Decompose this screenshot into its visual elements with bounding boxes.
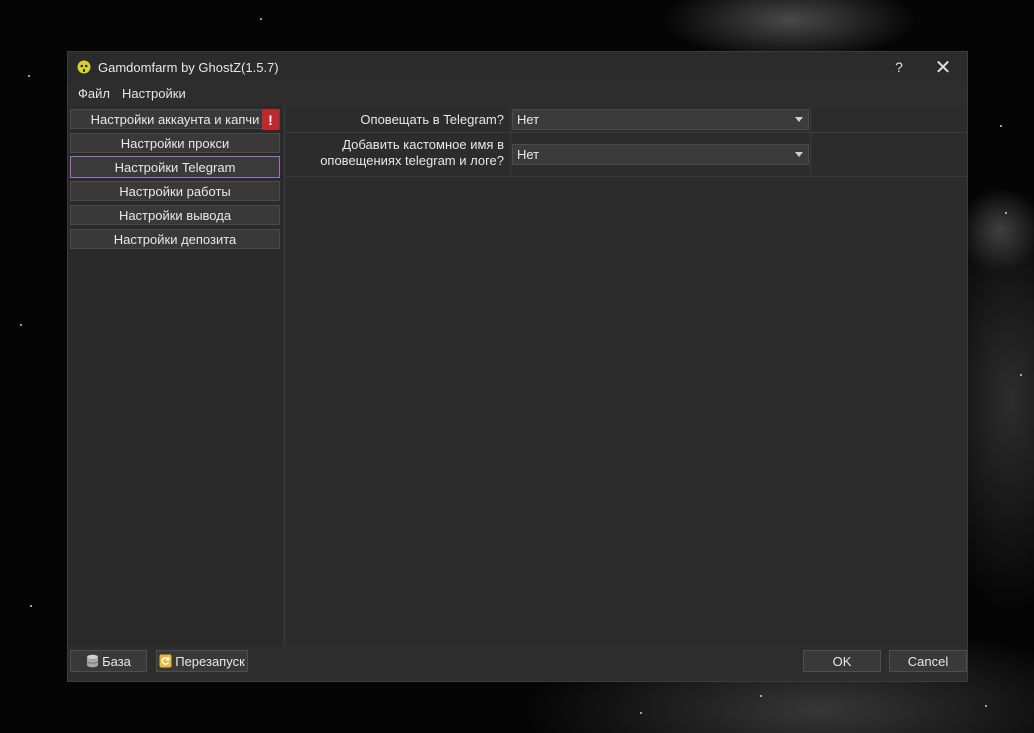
sidebar-item-label: Настройки аккаунта и капчи: [90, 111, 260, 127]
sidebar-item-account-captcha[interactable]: Настройки аккаунта и капчи !: [70, 109, 280, 130]
restart-button[interactable]: Перезапуск: [156, 650, 248, 672]
custom-name-value: Нет: [517, 147, 540, 162]
star-decoration: [1020, 374, 1022, 376]
warning-icon: !: [262, 109, 279, 130]
star-decoration: [28, 75, 30, 77]
sidebar-item-telegram[interactable]: Настройки Telegram: [70, 156, 280, 178]
restart-button-label: Перезапуск: [175, 653, 245, 669]
help-button[interactable]: ?: [877, 52, 921, 82]
star-decoration: [640, 712, 642, 714]
app-window: Gamdomfarm by GhostZ(1.5.7) ? ✕ Файл Нас…: [67, 51, 968, 682]
notify-telegram-label: Оповещать в Telegram?: [360, 112, 504, 127]
custom-name-label-line1: Добавить кастомное имя в: [342, 137, 504, 152]
setting-row-notify-telegram: Оповещать в Telegram? Нет: [285, 106, 967, 133]
sidebar-item-label: Настройки вывода: [118, 207, 232, 223]
custom-name-select[interactable]: Нет: [512, 144, 809, 165]
sidebar-item-label: Настройки прокси: [120, 135, 230, 151]
restart-icon: [159, 654, 172, 668]
sidebar-item-work[interactable]: Настройки работы: [70, 181, 280, 201]
menu-file[interactable]: Файл: [72, 86, 116, 101]
button-bar: База Перезапуск OK Cancel: [68, 646, 967, 681]
custom-name-label: Добавить кастомное имя в оповещениях tel…: [320, 137, 504, 169]
notify-telegram-value: Нет: [517, 112, 540, 127]
star-decoration: [1005, 212, 1007, 214]
sidebar-item-label: Настройки депозита: [113, 231, 237, 247]
menu-settings[interactable]: Настройки: [116, 86, 192, 101]
menu-bar: Файл Настройки: [68, 82, 967, 104]
database-icon: [86, 654, 99, 668]
column-divider: [810, 106, 811, 132]
setting-row-custom-name: Добавить кастомное имя в оповещениях tel…: [285, 133, 967, 177]
notify-telegram-select[interactable]: Нет: [512, 109, 809, 130]
star-decoration: [260, 18, 262, 20]
close-button[interactable]: ✕: [921, 52, 965, 82]
column-divider: [510, 106, 511, 132]
chevron-down-icon: [795, 152, 803, 157]
database-button-label: База: [102, 653, 131, 669]
window-title: Gamdomfarm by GhostZ(1.5.7): [98, 59, 279, 75]
star-decoration: [30, 605, 32, 607]
column-divider: [510, 133, 511, 176]
column-divider: [810, 133, 811, 176]
sidebar-item-proxy[interactable]: Настройки прокси: [70, 133, 280, 153]
star-decoration: [20, 324, 22, 326]
star-decoration: [985, 705, 987, 707]
sidebar-item-label: Настройки работы: [119, 183, 231, 199]
title-bar[interactable]: Gamdomfarm by GhostZ(1.5.7) ? ✕: [68, 52, 967, 82]
sidebar-item-label: Настройки Telegram: [114, 159, 236, 175]
sidebar-item-deposit[interactable]: Настройки депозита: [70, 229, 280, 249]
database-button[interactable]: База: [70, 650, 147, 672]
settings-panel: Оповещать в Telegram? Нет Добавить касто…: [284, 106, 967, 648]
star-decoration: [1000, 125, 1002, 127]
app-logo-icon: [77, 60, 91, 74]
chevron-down-icon: [795, 117, 803, 122]
settings-sidebar: Настройки аккаунта и капчи ! Настройки п…: [68, 106, 283, 648]
custom-name-label-line2: оповещениях telegram и логе?: [320, 153, 504, 168]
star-decoration: [760, 695, 762, 697]
sidebar-item-withdraw[interactable]: Настройки вывода: [70, 205, 280, 225]
ok-button[interactable]: OK: [803, 650, 881, 672]
cancel-button[interactable]: Cancel: [889, 650, 967, 672]
